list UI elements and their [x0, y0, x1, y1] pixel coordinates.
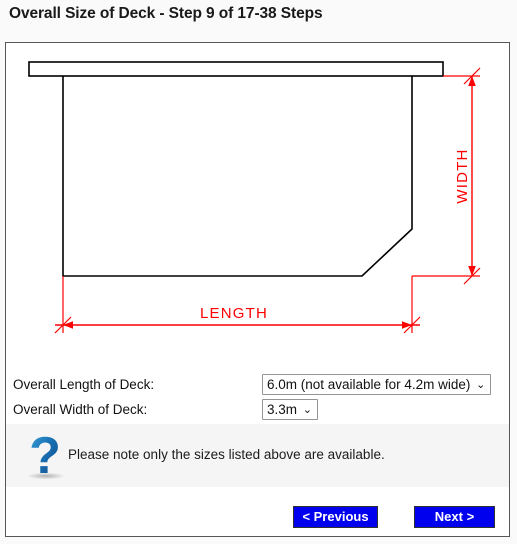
wizard-page: Overall Size of Deck - Step 9 of 17-38 S…	[0, 0, 517, 544]
width-dimension-label: WIDTH	[454, 148, 471, 203]
length-field-label: Overall Length of Deck:	[13, 377, 155, 392]
question-mark-icon: ?	[27, 428, 65, 480]
navigation-bar: < Previous Next >	[6, 496, 509, 536]
note-band: ? Please note only the sizes listed abov…	[6, 424, 509, 487]
overall-length-value: 6.0m (not available for 4.2m wide)	[267, 377, 471, 392]
overall-length-select[interactable]: 6.0m (not available for 4.2m wide) ⌄	[262, 374, 492, 395]
form-row-width: Overall Width of Deck: 3.3m ⌄	[6, 399, 509, 424]
chevron-down-icon: ⌄	[302, 404, 313, 416]
width-field-label: Overall Width of Deck:	[13, 402, 148, 417]
overall-width-select[interactable]: 3.3m ⌄	[262, 399, 319, 420]
deck-plan-drawing: WIDTH LENGTH	[28, 61, 481, 334]
content-panel: WIDTH LENGTH Overall Length of Deck: 6.0…	[5, 42, 510, 537]
length-dimension-label: LENGTH	[200, 305, 268, 322]
page-title: Overall Size of Deck - Step 9 of 17-38 S…	[9, 5, 323, 22]
previous-button[interactable]: < Previous	[293, 506, 378, 528]
chevron-down-icon: ⌄	[476, 379, 486, 391]
overall-width-value: 3.3m	[267, 402, 298, 417]
svg-text:?: ?	[29, 428, 61, 480]
back-wall-bar	[28, 61, 444, 77]
note-text: Please note only the sizes listed above …	[68, 447, 385, 462]
form-row-length: Overall Length of Deck: 6.0m (not availa…	[6, 374, 509, 399]
deck-outline	[62, 76, 413, 277]
next-button[interactable]: Next >	[414, 506, 495, 528]
